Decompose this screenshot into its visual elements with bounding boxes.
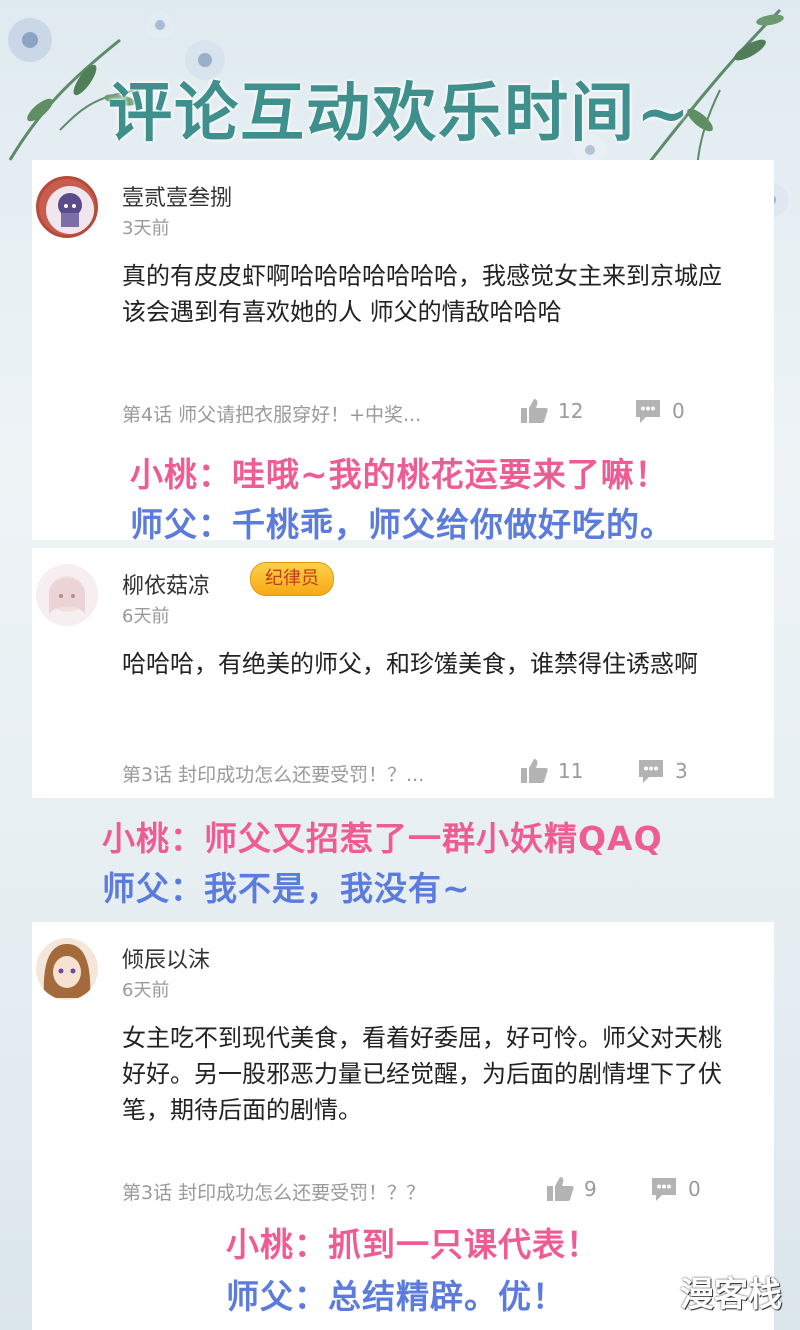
watermark-logo: 漫客栈 (680, 1275, 782, 1315)
avatar[interactable] (36, 564, 98, 626)
like-button[interactable]: 11 (520, 758, 583, 784)
chapter-link[interactable]: 第4话 师父请把衣服穿好！+中奖... (122, 400, 421, 427)
comment-card: 倾辰以沫 6天前 女主吃不到现代美食，看着好委屈，好可怜。师父对天桃好好。另一股… (32, 922, 774, 1330)
chapter-link[interactable]: 第3话 封印成功怎么还要受罚！？... (122, 760, 424, 787)
username[interactable]: 倾辰以沫 (122, 942, 210, 974)
like-count: 11 (558, 759, 584, 783)
reply-count: 0 (672, 399, 685, 423)
page-title: 评论互动欢乐时间~ (108, 76, 692, 151)
comment-card: 柳依菇凉 纪律员 6天前 哈哈哈，有绝美的师父，和珍馐美食，谁禁得住诱惑啊 第3… (32, 548, 774, 798)
comment-bubble-icon (636, 400, 660, 423)
username[interactable]: 壹贰壹叁捌 (122, 180, 232, 212)
comment-time: 6天前 (122, 980, 170, 1001)
like-count: 12 (558, 399, 584, 423)
dialog-line-shifu: 师父：我不是，我没有~ (102, 869, 471, 908)
avatar[interactable] (36, 176, 98, 238)
comment-text: 哈哈哈，有绝美的师父，和珍馐美食，谁禁得住诱惑啊 (122, 650, 698, 678)
comment-text: 女主吃不到现代美食，看着好委屈，好可怜。师父对天桃好好。另一股邪恶力量已经觉醒，… (122, 1024, 722, 1124)
reply-button[interactable]: 3 (637, 758, 688, 784)
thumbs-up-icon (547, 1177, 574, 1201)
dialog-line-shifu: 师父：总结精辟。优！ (226, 1277, 566, 1316)
avatar-image-icon (43, 944, 91, 998)
chapter-link[interactable]: 第3话 封印成功怎么还要受罚！？？ (122, 1178, 425, 1205)
reply-button[interactable]: 0 (634, 398, 685, 424)
role-badge: 纪律员 (250, 562, 334, 596)
reply-count: 0 (688, 1177, 701, 1201)
thumbs-up-icon (521, 399, 548, 423)
dialog-line-xiaotao: 小桃：哇哦~我的桃花运要来了嘛！ (130, 455, 669, 494)
comment-card: 壹贰壹叁捌 3天前 真的有皮皮虾啊哈哈哈哈哈哈哈，我感觉女主来到京城应该会遇到有… (32, 160, 774, 544)
like-button[interactable]: 9 (546, 1176, 597, 1202)
reply-button[interactable]: 0 (650, 1176, 701, 1202)
comment-time: 3天前 (122, 218, 170, 239)
thumbs-up-icon (521, 759, 548, 783)
avatar-image-icon (46, 186, 94, 234)
avatar-image-icon (49, 576, 85, 614)
username[interactable]: 柳依菇凉 (122, 568, 210, 600)
comment-time: 6天前 (122, 606, 170, 627)
comment-bubble-icon (639, 760, 663, 783)
like-button[interactable]: 12 (520, 398, 583, 424)
dialog-line-shifu: 师父：千桃乖，师父给你做好吃的。 (130, 505, 674, 544)
avatar[interactable] (36, 938, 98, 1000)
reply-count: 3 (675, 759, 688, 783)
comment-text: 真的有皮皮虾啊哈哈哈哈哈哈哈，我感觉女主来到京城应该会遇到有喜欢她的人 师父的情… (122, 262, 722, 326)
dialog-line-xiaotao: 小桃：抓到一只课代表！ (226, 1225, 600, 1264)
dialog-line-xiaotao: 小桃：师父又招惹了一群小妖精QAQ (102, 819, 663, 858)
like-count: 9 (584, 1177, 597, 1201)
comment-bubble-icon (652, 1178, 676, 1201)
